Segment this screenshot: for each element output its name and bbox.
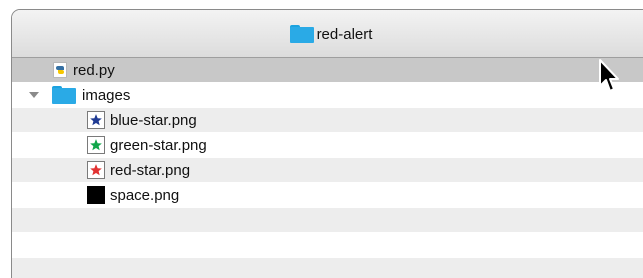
empty-row — [12, 233, 643, 258]
file-name: red-star.png — [110, 161, 191, 179]
file-name: red.py — [73, 61, 115, 79]
folder-icon — [289, 25, 314, 43]
star-icon — [87, 111, 105, 129]
file-list[interactable]: red.py images blue-star.png green-star.p… — [12, 58, 643, 278]
python-file-icon — [53, 62, 67, 78]
list-item-blue-star[interactable]: blue-star.png — [12, 108, 643, 133]
green-star-icon — [90, 139, 102, 151]
file-name: green-star.png — [110, 136, 207, 154]
title-bar[interactable]: red-alert — [12, 10, 643, 58]
window-title-area: red-alert — [12, 23, 643, 45]
blue-star-icon — [90, 114, 102, 126]
window-title: red-alert — [316, 25, 373, 43]
black-square-icon — [87, 186, 105, 204]
list-item-green-star[interactable]: green-star.png — [12, 133, 643, 158]
finder-window: red-alert red.py images blue-star.png gr… — [11, 9, 643, 278]
red-star-icon — [90, 164, 102, 176]
list-item-red-py[interactable]: red.py — [12, 58, 643, 83]
file-name: blue-star.png — [110, 111, 197, 129]
list-item-red-star[interactable]: red-star.png — [12, 158, 643, 183]
list-item-space[interactable]: space.png — [12, 183, 643, 208]
folder-icon — [52, 86, 76, 104]
file-name: space.png — [110, 186, 180, 204]
mouse-pointer-icon — [599, 59, 619, 92]
folder-name: images — [82, 86, 131, 104]
disclosure-triangle-icon[interactable] — [29, 92, 39, 98]
empty-row — [12, 208, 643, 233]
star-icon — [87, 136, 105, 154]
list-item-images[interactable]: images — [12, 83, 643, 108]
star-icon — [87, 161, 105, 179]
empty-row — [12, 258, 643, 278]
